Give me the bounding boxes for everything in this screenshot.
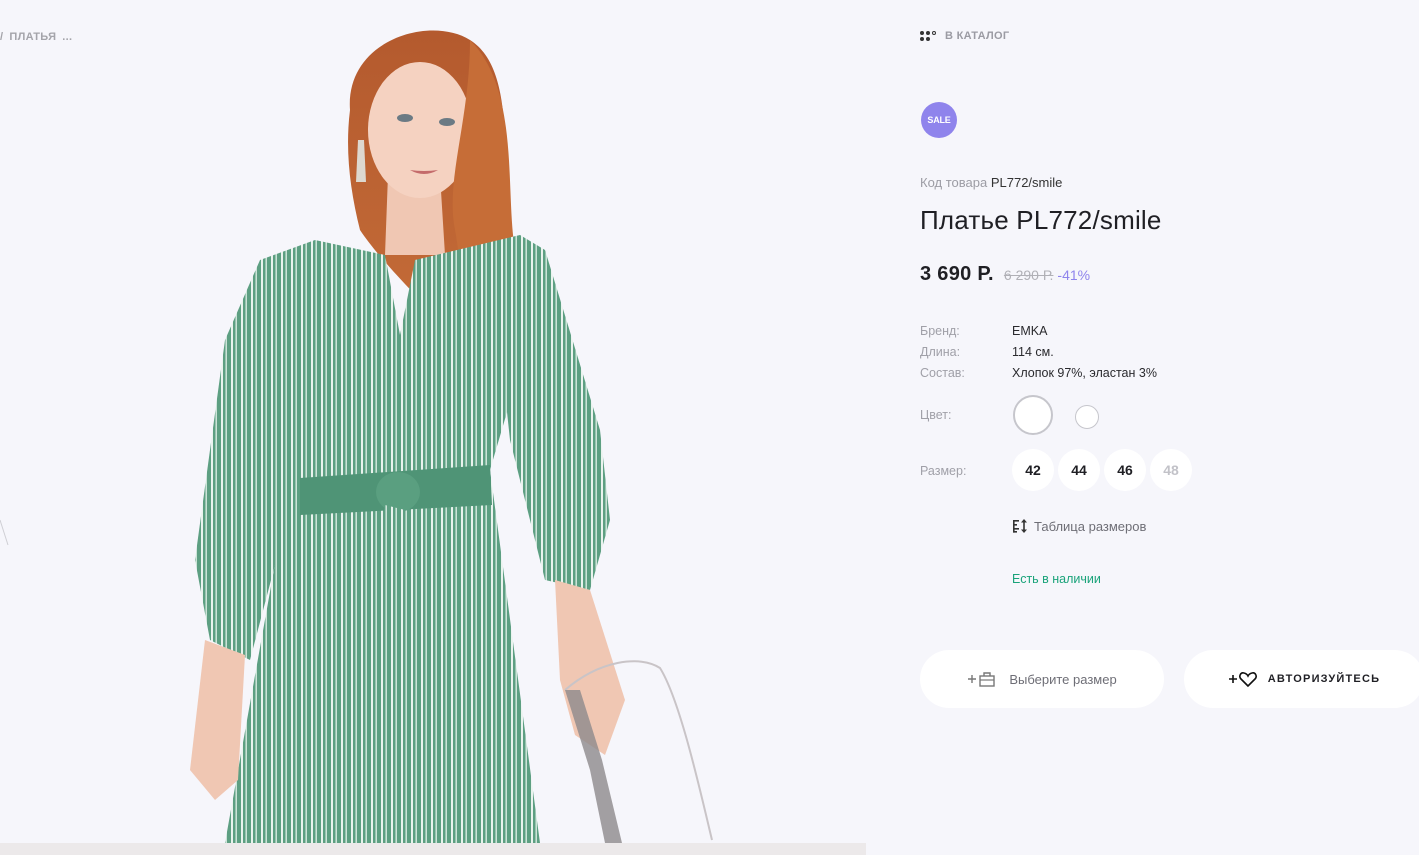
property-row: Состав: Хлопок 97%, эластан 3% [920, 362, 1157, 383]
size-option-46[interactable]: 46 [1104, 449, 1146, 491]
property-value: 114 см. [1012, 344, 1054, 359]
size-option-48[interactable]: 48 [1150, 449, 1192, 491]
product-properties: Бренд: EMKA Длина: 114 см. Состав: Хлопо… [920, 320, 1157, 383]
price-block: 3 690 Р. 6 290 Р. -41% [920, 263, 1090, 286]
sku-value: PL772/smile [990, 175, 1063, 190]
size-table-link[interactable]: Таблица размеров [1012, 518, 1146, 534]
price-old: 6 290 Р. [1003, 267, 1054, 283]
sale-badge: SALE [921, 102, 957, 138]
catalog-link[interactable]: В КАТАЛОГ [920, 30, 1009, 42]
product-photo[interactable]: / ПЛАТЬЯ ... [0, 0, 866, 843]
wishlist-auth-label: АВТОРИЗУЙТЕСЬ [1267, 673, 1381, 685]
product-title: Платье PL772/smile [920, 205, 1162, 235]
product-page: / ПЛАТЬЯ ... В КАТАЛОГ SALE Код товара P… [0, 0, 1419, 855]
breadcrumb-separator: / [0, 31, 4, 43]
wishlist-auth-button[interactable]: АВТОРИЗУЙТЕСЬ [1184, 650, 1419, 708]
property-key: Состав: [920, 365, 965, 380]
property-value: EMKA [1012, 323, 1048, 338]
breadcrumb-item-dresses[interactable]: ПЛАТЬЯ [9, 31, 56, 43]
size-label: Размер: [920, 464, 967, 478]
color-swatch[interactable] [1075, 405, 1099, 429]
sku-label: Код товара [920, 175, 988, 190]
catalog-link-label: В КАТАЛОГ [945, 30, 1010, 42]
size-option-42[interactable]: 42 [1012, 449, 1054, 491]
breadcrumb: / ПЛАТЬЯ ... [0, 31, 72, 43]
discount-percent: -41% [1057, 267, 1091, 283]
property-row: Длина: 114 см. [920, 341, 1157, 362]
size-selector: 42 44 46 48 [1012, 449, 1192, 491]
add-to-favorites-icon [1228, 670, 1258, 688]
stock-status: Есть в наличии [1012, 572, 1101, 586]
add-to-cart-icon [967, 670, 997, 688]
size-table-label: Таблица размеров [1034, 518, 1147, 534]
photo-scroll-bar [0, 843, 866, 855]
add-to-cart-label: Выберите размер [1009, 671, 1117, 687]
price-current: 3 690 Р. [920, 263, 994, 285]
size-option-44[interactable]: 44 [1058, 449, 1100, 491]
property-row: Бренд: EMKA [920, 320, 1157, 341]
model-illustration [0, 30, 713, 843]
breadcrumb-more[interactable]: ... [62, 31, 72, 43]
property-value: Хлопок 97%, эластан 3% [1012, 365, 1157, 380]
ruler-sort-icon [1012, 518, 1028, 534]
add-to-cart-button[interactable]: Выберите размер [920, 650, 1164, 708]
product-sku: Код товара PL772/smile [920, 175, 1062, 190]
property-key: Длина: [920, 344, 961, 359]
color-label: Цвет: [920, 408, 952, 422]
property-key: Бренд: [920, 323, 960, 338]
color-swatch-selected[interactable] [1013, 395, 1053, 435]
grid-dots-icon [920, 31, 936, 41]
